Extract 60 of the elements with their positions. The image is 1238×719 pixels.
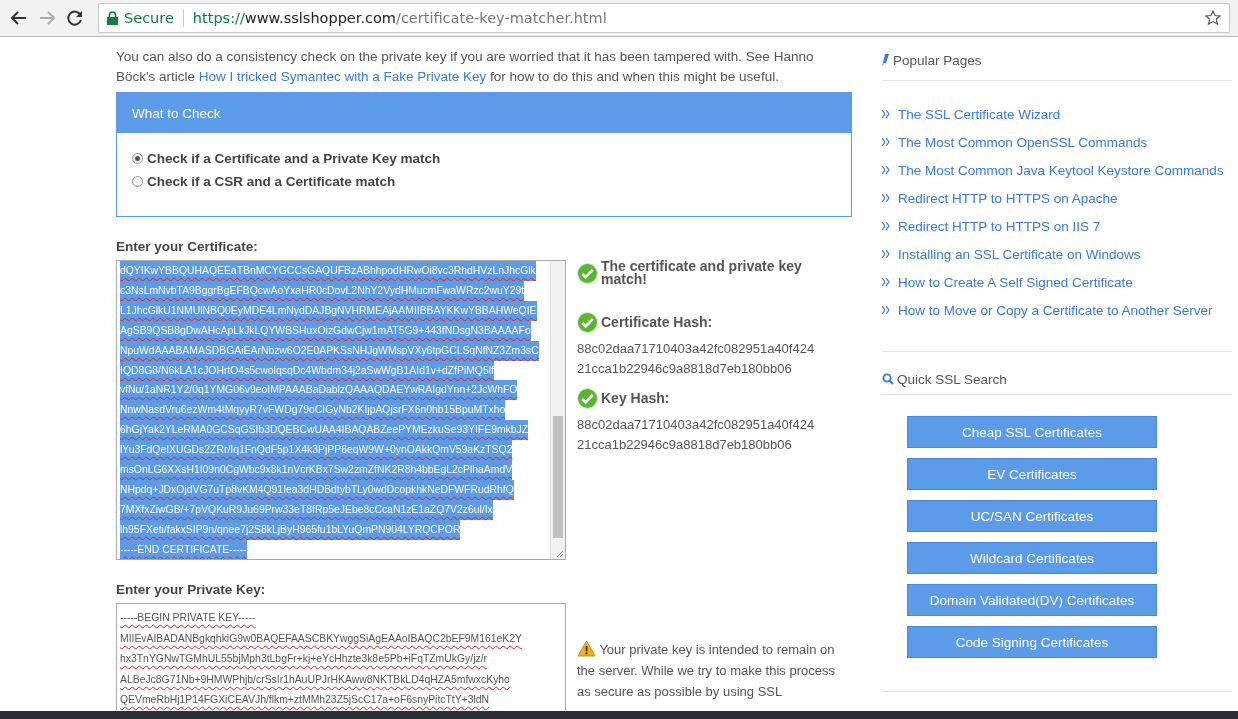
scrollbar[interactable] bbox=[550, 261, 565, 559]
article-link[interactable]: How I tricked Symantec with a Fake Private Key bbox=[198, 69, 487, 84]
section-title: Popular Pages bbox=[893, 52, 982, 68]
code-line: -----BEGIN PRIVATE KEY----- bbox=[120, 611, 256, 625]
hash-title: Certificate Hash: bbox=[601, 316, 713, 329]
star-icon[interactable] bbox=[1205, 10, 1221, 26]
search-icon bbox=[882, 373, 894, 385]
category-button[interactable]: Domain Validated(DV) Certificates bbox=[907, 584, 1157, 616]
radio-button[interactable] bbox=[132, 153, 143, 164]
chevron-icon bbox=[882, 138, 890, 146]
hash-value: 21cca1b22946c9a8818d7eb180bb06 bbox=[577, 436, 793, 454]
page-link[interactable]: The SSL Certificate Wizard bbox=[898, 106, 1061, 122]
field-label: Enter your Private Key: bbox=[116, 582, 267, 597]
category-button[interactable]: Wildcard Certificates bbox=[907, 542, 1157, 574]
page-link[interactable]: Redirect HTTP to HTTPS on IIS 7 bbox=[898, 218, 1101, 234]
chevron-icon bbox=[882, 306, 890, 314]
certificate-textarea[interactable] bbox=[116, 260, 566, 560]
secure-label: Secure bbox=[124, 10, 174, 26]
code-line: MIIEvAIBADANBgkqhkiG9w0BAQEFAASCBKYwggSiAgEAAoIBAQC2bEF9M161eK2Y bbox=[120, 631, 522, 646]
hash-title: Key Hash: bbox=[601, 392, 670, 405]
intro-paragraph: You can also do a consistency check on the private key if you are worried that it has been tampered with. See Hanno Böck's article How I tricked Symantec with a Fake Private Key for how to do this and when this might be useful. bbox=[116, 48, 815, 86]
lock-icon bbox=[107, 11, 118, 25]
address-bar[interactable]: Secure https://www.sslshopper.com/certificate-key-matcher.html bbox=[98, 3, 1230, 33]
chevron-icon bbox=[882, 166, 890, 174]
radio-option[interactable]: Check if a CSR and a Certificate match bbox=[132, 174, 836, 189]
chevron-icon bbox=[882, 194, 890, 202]
chevron-icon bbox=[882, 250, 890, 258]
hash-value: 88c02daa71710403a42fc082951a40f424 bbox=[577, 340, 816, 358]
page-link[interactable]: Installing an SSL Certificate on Windows bbox=[898, 246, 1141, 262]
match-message: The certificate and private key match! bbox=[601, 260, 803, 286]
category-button[interactable]: UC/SAN Certificates bbox=[907, 500, 1157, 532]
page-link[interactable]: The Most Common Java Keytool Keystore Commands bbox=[898, 162, 1224, 178]
warning-icon bbox=[577, 640, 596, 657]
category-button[interactable]: EV Certificates bbox=[907, 458, 1157, 490]
page-link[interactable]: How to Create A Self Signed Certificate bbox=[898, 274, 1133, 290]
panel-title: What to Check bbox=[117, 93, 851, 133]
pin-icon bbox=[882, 54, 890, 66]
code-line: ALBeJc8G71Nb+9HMWPhjb/crSsIr1hAuUPJrHKAww8NKTBkLD4qHZA5mfwxcKyho bbox=[120, 672, 510, 687]
radio-option[interactable]: Check if a Certificate and a Private Key match bbox=[132, 151, 836, 166]
field-label: Enter your Certificate: bbox=[116, 239, 259, 254]
check-icon bbox=[577, 312, 598, 333]
chevron-icon bbox=[882, 222, 890, 230]
category-button[interactable]: Cheap SSL Certificates bbox=[907, 416, 1157, 448]
section-title: Quick SSL Search bbox=[897, 371, 1007, 387]
url-text: https://www.sslshopper.com/certificate-key-matcher.html bbox=[192, 10, 607, 26]
category-button[interactable]: Code Signing Certificates bbox=[907, 626, 1157, 658]
warning-text: Your private key is intended to remain on the server. While we try to make this process as secure as possible by using SSL bbox=[577, 642, 835, 699]
code-line: QEVmeRbHj1P14FGXiCEAVJh/flkm+ztMMh23Z5jScC17a+oF6snyPitcTtY+3ldN bbox=[120, 693, 490, 708]
resize-grip-icon[interactable] bbox=[554, 548, 564, 558]
chevron-icon bbox=[882, 110, 890, 118]
check-icon bbox=[577, 388, 598, 409]
code-line: hx3TnYGNwTGMhUL55bjMph3tLbgFr+kj+eYcHhzte3k8e5Pb+iFqTZmUkGy/jz/r bbox=[120, 652, 487, 667]
page-link[interactable]: How to Move or Copy a Certificate to Another Server bbox=[898, 302, 1213, 318]
radio-button[interactable] bbox=[132, 176, 143, 187]
hash-value: 21cca1b22946c9a8818d7eb180bb06 bbox=[577, 360, 793, 378]
page-link[interactable]: Redirect HTTP to HTTPS on Apache bbox=[898, 190, 1118, 206]
hash-value: 88c02daa71710403a42fc082951a40f424 bbox=[577, 416, 816, 434]
check-icon bbox=[577, 262, 598, 284]
chevron-icon bbox=[882, 278, 890, 286]
page-link[interactable]: The Most Common OpenSSL Commands bbox=[898, 134, 1148, 150]
